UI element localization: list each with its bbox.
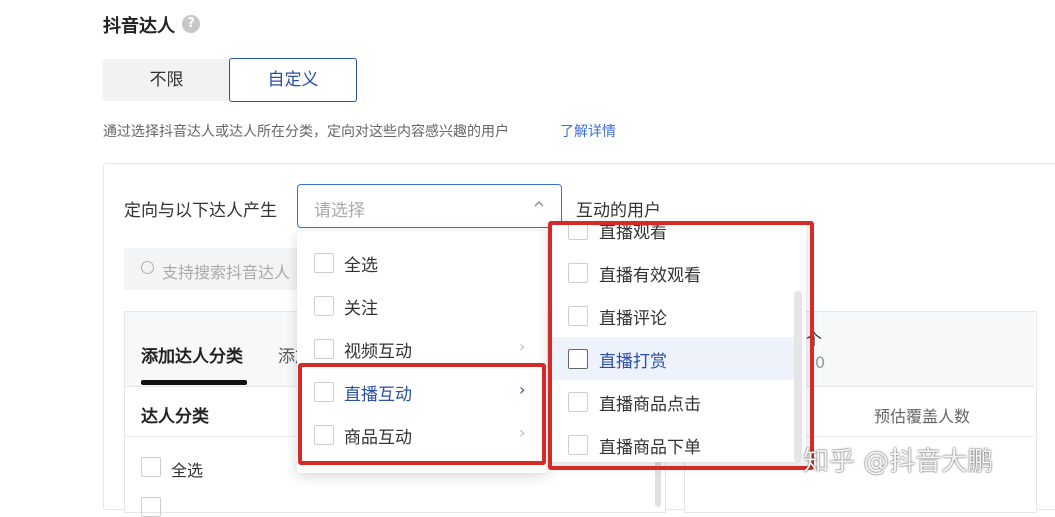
checkbox[interactable] <box>314 339 334 359</box>
category-column-header: 达人分类 <box>141 407 209 427</box>
list-item-checkbox[interactable] <box>141 497 161 517</box>
select-all-checkbox[interactable] <box>141 457 161 477</box>
coverage-column-header: 预估覆盖人数 <box>874 407 971 426</box>
targeting-label-before: 定向与以下达人产生 <box>124 201 277 221</box>
checkbox[interactable] <box>314 296 334 316</box>
question-circle-icon[interactable]: ? <box>182 15 200 33</box>
mode-unlimited-button[interactable]: 不限 <box>103 59 230 101</box>
dropdown-item-select-all[interactable]: 全选 <box>297 241 543 284</box>
checkbox[interactable] <box>314 253 334 273</box>
chevron-up-icon <box>534 197 544 211</box>
description-text: 通过选择抖音达人或达人所在分类，定向对这些内容感兴趣的用户 <box>103 124 509 140</box>
dropdown-item-follow[interactable]: 关注 <box>297 284 543 327</box>
watermark: 知乎 @抖音大鹏 <box>803 447 994 477</box>
dropdown-item-label: 视频互动 <box>344 342 412 362</box>
annotation-highlight-live-interaction <box>298 363 546 465</box>
dropdown-item-label: 全选 <box>344 256 378 276</box>
targeting-label-after: 互动的用户 <box>576 201 661 221</box>
selected-count: 0 <box>815 353 826 372</box>
learn-more-link[interactable]: 了解详情 <box>560 121 616 141</box>
active-tab-indicator <box>141 380 247 385</box>
chevron-right-icon: › <box>519 337 526 356</box>
interaction-select-placeholder: 请选择 <box>314 201 365 221</box>
annotation-highlight-submenu <box>548 221 814 470</box>
search-icon <box>141 261 154 274</box>
section-title: 抖音达人 <box>103 16 175 37</box>
mode-custom-button[interactable]: 自定义 <box>229 58 357 102</box>
tab-add-category[interactable]: 添加达人分类 <box>141 342 243 367</box>
dropdown-item-label: 关注 <box>344 299 378 319</box>
select-all-label: 全选 <box>171 461 204 480</box>
search-placeholder: 支持搜索抖音达人 <box>162 263 291 282</box>
